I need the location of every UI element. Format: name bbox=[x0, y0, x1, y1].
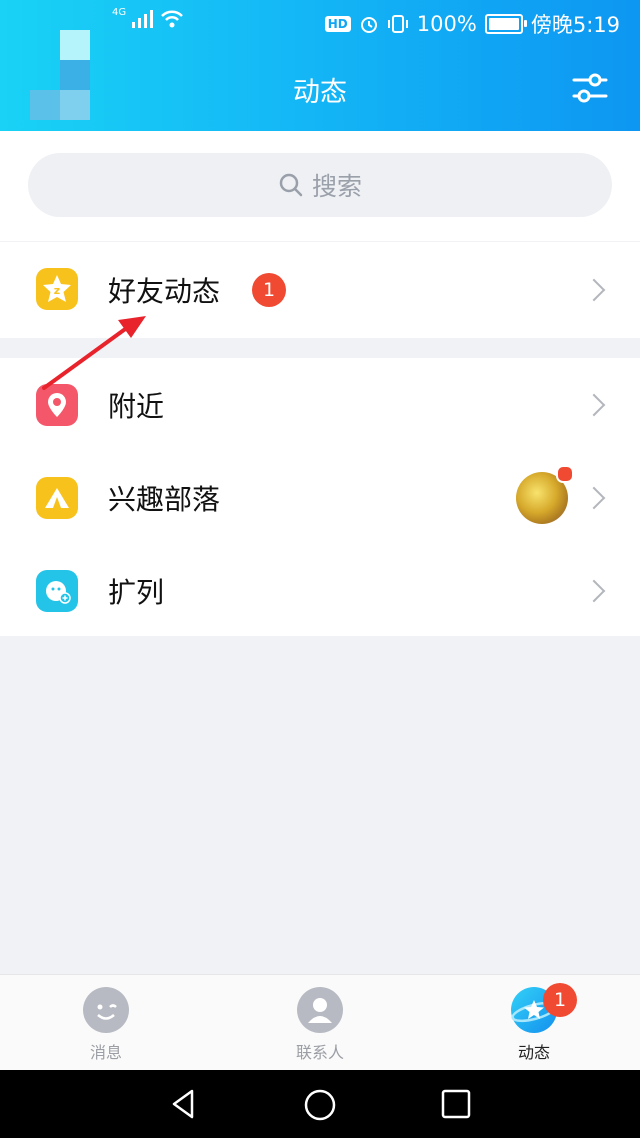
recents-square-icon bbox=[441, 1089, 471, 1119]
filter-sliders-icon bbox=[572, 73, 608, 103]
service-row-interest-tribe[interactable]: 兴趣部落 bbox=[0, 451, 640, 544]
clock: 傍晚5:19 bbox=[530, 13, 620, 37]
friends-feed-label: 好友动态 bbox=[108, 275, 221, 308]
filter-button[interactable] bbox=[568, 66, 612, 110]
header: 4G HD 100% 傍晚5:19 动态 bbox=[0, 0, 640, 150]
battery-icon bbox=[484, 14, 527, 34]
friends-feed-row[interactable]: z 好友动态 1 bbox=[0, 242, 640, 338]
battery-level bbox=[488, 18, 519, 30]
friends-feed-group: z 好友动态 1 bbox=[0, 242, 640, 338]
contacts-person-icon bbox=[297, 987, 343, 1033]
status-bar: 4G HD 100% 傍晚5:19 bbox=[0, 0, 640, 44]
service-row-expand[interactable]: 扩列 bbox=[0, 544, 640, 637]
friends-feed-badge: 1 bbox=[252, 273, 286, 307]
chevron-right-icon bbox=[582, 278, 606, 302]
svg-text:z: z bbox=[54, 284, 60, 297]
location-pin-icon bbox=[36, 383, 78, 426]
page-title: 动态 bbox=[293, 77, 347, 108]
tent-icon bbox=[36, 476, 78, 519]
home-button[interactable] bbox=[303, 1088, 337, 1126]
services-group: 附近 兴趣部落 扩列 bbox=[0, 358, 640, 636]
new-content-dot bbox=[556, 465, 574, 483]
search-bar[interactable]: 搜索 bbox=[28, 153, 612, 217]
chevron-right-icon bbox=[582, 579, 606, 602]
home-circle-icon bbox=[304, 1089, 336, 1121]
message-face-icon bbox=[83, 987, 129, 1033]
feeds-badge: 1 bbox=[543, 983, 577, 1017]
service-label: 附近 bbox=[108, 389, 165, 423]
qzone-star-icon: z bbox=[36, 268, 78, 310]
nav-label: 消息 bbox=[89, 1043, 122, 1062]
back-triangle-icon bbox=[172, 1089, 194, 1119]
search-placeholder: 搜索 bbox=[311, 172, 362, 201]
search-icon bbox=[279, 173, 303, 197]
signal-icon bbox=[132, 10, 154, 28]
bottom-nav: 消息 联系人 1 动态 bbox=[0, 974, 640, 1071]
nav-label: 动态 bbox=[517, 1043, 550, 1062]
service-label: 扩列 bbox=[108, 575, 165, 609]
vibrate-icon bbox=[387, 15, 408, 33]
wifi-icon bbox=[161, 10, 184, 28]
recents-button[interactable] bbox=[440, 1088, 472, 1124]
back-button[interactable] bbox=[168, 1088, 200, 1124]
add-friend-face-icon bbox=[36, 569, 78, 612]
battery-percent: 100% bbox=[416, 12, 477, 36]
system-nav-bar bbox=[0, 1070, 640, 1138]
network-type: 4G bbox=[112, 6, 127, 18]
nav-tab-feeds[interactable]: 1 动态 bbox=[474, 983, 594, 1063]
hd-badge: HD bbox=[324, 16, 351, 32]
chevron-right-icon bbox=[582, 486, 606, 509]
nav-label: 联系人 bbox=[295, 1043, 344, 1062]
chevron-right-icon bbox=[582, 393, 606, 416]
nav-tab-contacts[interactable]: 联系人 bbox=[260, 987, 380, 1063]
alarm-icon bbox=[360, 17, 377, 33]
nav-tab-messages[interactable]: 消息 bbox=[46, 987, 166, 1063]
service-label: 兴趣部落 bbox=[108, 482, 221, 516]
service-row-nearby[interactable]: 附近 bbox=[0, 358, 640, 451]
